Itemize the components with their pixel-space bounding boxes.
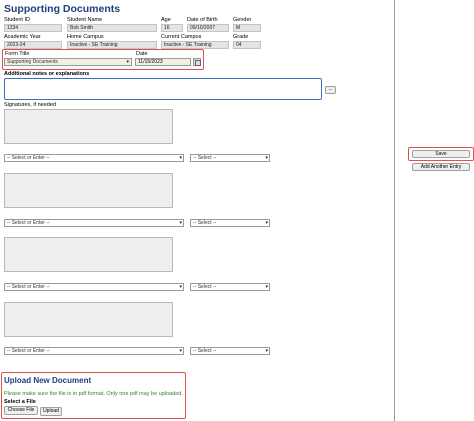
chevron-down-icon: ▾ bbox=[265, 155, 268, 161]
notes-label: Additional notes or explanations bbox=[4, 71, 90, 77]
student-name-label: Student Name bbox=[67, 17, 103, 23]
date-label: Date bbox=[136, 51, 148, 57]
signer-role-select-4[interactable]: -- Select -- ▾ bbox=[190, 347, 270, 355]
notes-textarea[interactable] bbox=[4, 78, 322, 100]
chevron-down-icon: ▾ bbox=[179, 155, 182, 161]
select-file-label: Select a File bbox=[4, 399, 36, 405]
signer-role-placeholder-2: -- Select -- bbox=[193, 220, 217, 226]
student-id-value: 1234 bbox=[4, 24, 62, 32]
signer-name-placeholder-3: -- Select or Enter -- bbox=[7, 284, 50, 290]
signer-role-select-1[interactable]: -- Select -- ▾ bbox=[190, 154, 270, 162]
current-campus-value: Inactive - SE Training bbox=[161, 41, 229, 49]
form-title-label: Form Title bbox=[5, 51, 30, 57]
page-title: Supporting Documents bbox=[4, 3, 121, 15]
signer-name-placeholder-1: -- Select or Enter -- bbox=[7, 155, 50, 161]
signature-pad-4[interactable] bbox=[4, 302, 173, 337]
chevron-down-icon: ▾ bbox=[179, 220, 182, 226]
signatures-label: Signatures, if needed bbox=[4, 102, 56, 108]
signer-role-placeholder-3: -- Select -- bbox=[193, 284, 217, 290]
current-campus-label: Current Campus bbox=[161, 34, 202, 40]
home-campus-value: Inactive - SE Training bbox=[67, 41, 157, 49]
grade-value: 04 bbox=[233, 41, 261, 49]
chevron-down-icon: ▾ bbox=[265, 284, 268, 290]
signature-pad-1[interactable] bbox=[4, 109, 173, 144]
dob-value: 09/10/2007 bbox=[187, 24, 229, 32]
chevron-down-icon: ▾ bbox=[179, 348, 182, 354]
signer-role-select-3[interactable]: -- Select -- ▾ bbox=[190, 283, 270, 291]
chevron-down-icon: ▾ bbox=[126, 59, 129, 65]
calendar-icon[interactable] bbox=[193, 58, 201, 66]
student-name-value: Bob Smith bbox=[67, 24, 157, 32]
signer-name-select-2[interactable]: -- Select or Enter -- ▾ bbox=[4, 219, 184, 227]
grade-label: Grade bbox=[233, 34, 249, 40]
form-title-select-value: Supporting Documents bbox=[7, 59, 58, 65]
academic-year-value: 2023-24 bbox=[4, 41, 62, 49]
age-label: Age bbox=[161, 17, 171, 23]
age-value: 16 bbox=[161, 24, 183, 32]
student-id-label: Student ID bbox=[4, 17, 30, 23]
upload-note: Please make sure the file is in pdf form… bbox=[4, 391, 183, 397]
panel-divider bbox=[394, 0, 395, 421]
signer-name-select-1[interactable]: -- Select or Enter -- ▾ bbox=[4, 154, 184, 162]
save-button[interactable]: Save bbox=[412, 150, 470, 158]
academic-year-label: Academic Year bbox=[4, 34, 41, 40]
signer-name-placeholder-4: -- Select or Enter -- bbox=[7, 348, 50, 354]
signer-name-select-4[interactable]: -- Select or Enter -- ▾ bbox=[4, 347, 184, 355]
signature-pad-3[interactable] bbox=[4, 237, 173, 272]
home-campus-label: Home Campus bbox=[67, 34, 104, 40]
signer-role-placeholder-4: -- Select -- bbox=[193, 348, 217, 354]
chevron-down-icon: ▾ bbox=[179, 284, 182, 290]
upload-title: Upload New Document bbox=[4, 376, 92, 385]
expand-notes-button[interactable]: ... bbox=[325, 86, 336, 94]
add-another-entry-button[interactable]: Add Another Entry bbox=[412, 163, 470, 171]
signer-name-placeholder-2: -- Select or Enter -- bbox=[7, 220, 50, 226]
gender-value: M bbox=[233, 24, 261, 32]
choose-file-button[interactable]: Choose File bbox=[4, 406, 38, 415]
signature-pad-2[interactable] bbox=[4, 173, 173, 208]
dob-label: Date of Birth bbox=[187, 17, 218, 23]
upload-button[interactable]: Upload bbox=[40, 407, 62, 416]
chevron-down-icon: ▾ bbox=[265, 348, 268, 354]
chevron-down-icon: ▾ bbox=[265, 220, 268, 226]
form-title-select[interactable]: Supporting Documents ▾ bbox=[4, 58, 132, 66]
signer-name-select-3[interactable]: -- Select or Enter -- ▾ bbox=[4, 283, 184, 291]
signer-role-placeholder-1: -- Select -- bbox=[193, 155, 217, 161]
signer-role-select-2[interactable]: -- Select -- ▾ bbox=[190, 219, 270, 227]
gender-label: Gender bbox=[233, 17, 252, 23]
date-input[interactable]: 11/15/2023 bbox=[135, 58, 191, 66]
